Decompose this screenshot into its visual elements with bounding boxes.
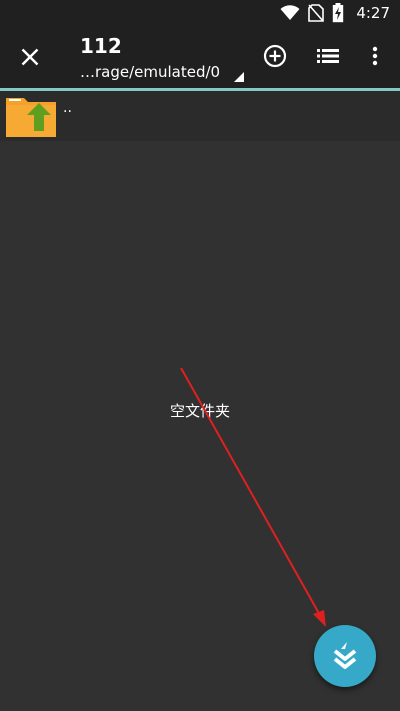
parent-folder-item[interactable]: .. [0, 91, 400, 141]
status-time: 4:27 [356, 4, 390, 22]
status-icons: 4:27 [280, 3, 390, 23]
path-text: …rage/emulated/0 [80, 63, 221, 81]
more-options-button[interactable] [359, 40, 391, 72]
wifi-icon [280, 5, 300, 21]
battery-charging-icon [332, 3, 344, 23]
status-bar: 4:27 [0, 0, 400, 26]
close-button[interactable] [12, 39, 48, 75]
list-view-icon [317, 49, 339, 63]
list-view-button[interactable] [312, 40, 344, 72]
file-browser-screen: 4:27 112 …rage/emulated/0 .. 空文件夹 [0, 0, 400, 711]
toolbar: 112 …rage/emulated/0 [0, 26, 400, 88]
dropdown-corner-icon [234, 72, 244, 82]
close-icon [21, 48, 39, 66]
empty-folder-message: 空文件夹 [169, 402, 230, 420]
download-fab[interactable] [314, 625, 376, 687]
folder-up-icon [6, 98, 56, 137]
no-sim-icon [308, 4, 325, 22]
more-vert-icon [372, 46, 378, 66]
add-circle-icon [263, 44, 287, 68]
folder-title: 112 [80, 34, 122, 58]
double-chevron-down-icon [333, 642, 357, 669]
parent-folder-label: .. [63, 100, 72, 116]
path-selector[interactable]: …rage/emulated/0 [80, 63, 246, 85]
add-button[interactable] [259, 40, 291, 72]
